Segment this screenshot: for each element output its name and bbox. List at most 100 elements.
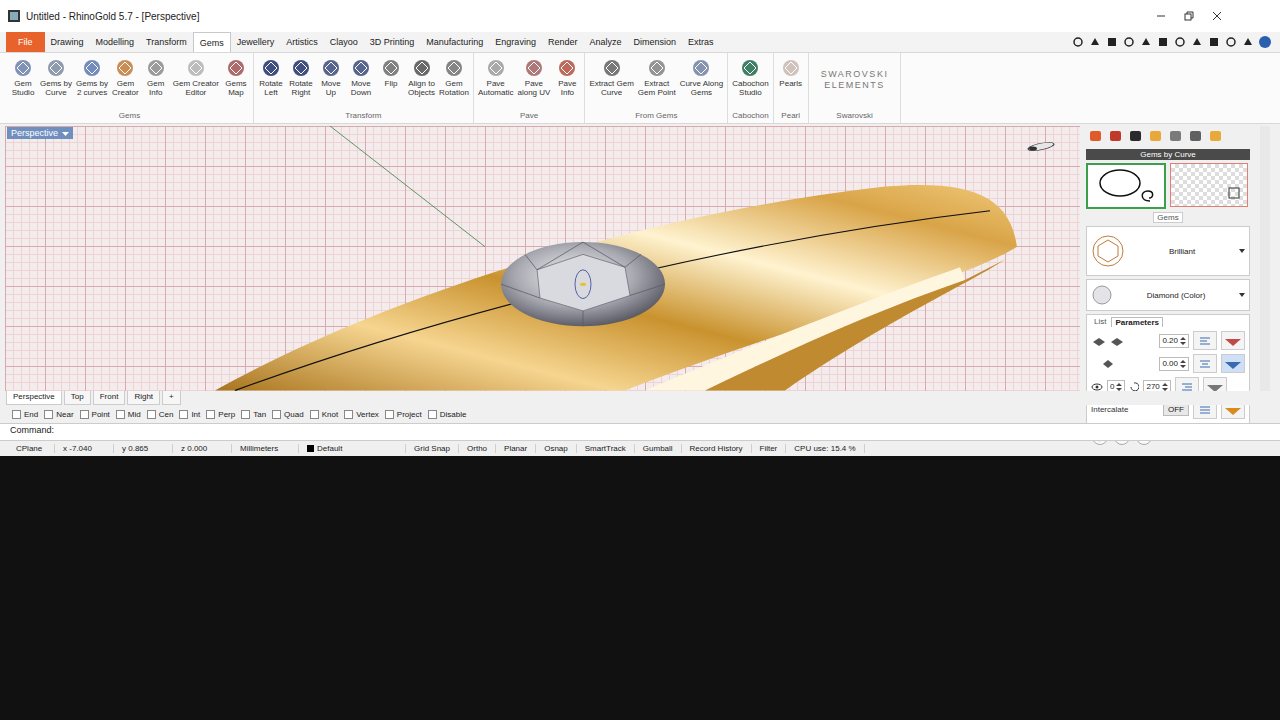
ribbon-tab[interactable]: Engraving: [489, 32, 542, 52]
checkbox[interactable]: [147, 410, 156, 419]
align-button[interactable]: [1193, 331, 1217, 350]
ribbon-tab[interactable]: Manufacturing: [420, 32, 489, 52]
status-toggle[interactable]: Osnap: [536, 444, 577, 453]
minimize-icon[interactable]: [1154, 9, 1168, 23]
height-field[interactable]: 0.20: [1159, 334, 1189, 348]
quick-tool-icon[interactable]: [1173, 35, 1187, 49]
panel-tab-icon[interactable]: [1128, 129, 1144, 143]
status-toggle[interactable]: Grid Snap: [406, 444, 459, 453]
restore-icon[interactable]: [1182, 9, 1196, 23]
ribbon-tab[interactable]: Transform: [140, 32, 193, 52]
viewport-tab[interactable]: Right: [127, 391, 160, 405]
ribbon-button[interactable]: CabochonStudio: [730, 55, 770, 99]
panel-tab-icon[interactable]: [1208, 129, 1224, 143]
ribbon-button[interactable]: MoveDown: [346, 55, 376, 99]
checkbox[interactable]: [179, 410, 188, 419]
viewport-tab[interactable]: Top: [64, 391, 91, 405]
panel-scrollbar[interactable]: [1260, 126, 1270, 391]
ribbon-button[interactable]: RotateRight: [286, 55, 316, 99]
ribbon-button[interactable]: PaveInfo: [552, 55, 582, 99]
osnap-option[interactable]: Vertex: [344, 410, 379, 419]
ribbon-button[interactable]: Pearls: [776, 55, 806, 90]
checkbox[interactable]: [116, 410, 125, 419]
osnap-option[interactable]: Mid: [116, 410, 141, 419]
panel-tab-icon[interactable]: [1108, 129, 1124, 143]
checkbox[interactable]: [428, 410, 437, 419]
align-button[interactable]: [1193, 354, 1217, 373]
status-toggle[interactable]: Planar: [496, 444, 536, 453]
checkbox[interactable]: [206, 410, 215, 419]
ribbon-tab[interactable]: Jewellery: [231, 32, 281, 52]
ribbon-button[interactable]: GemCreator: [110, 55, 141, 99]
panel-tab-icon[interactable]: [1168, 129, 1184, 143]
ribbon-button[interactable]: GemInfo: [141, 55, 171, 99]
ribbon-button[interactable]: RotateLeft: [256, 55, 286, 99]
checkbox[interactable]: [385, 410, 394, 419]
gem-view-button[interactable]: [1221, 354, 1245, 373]
ribbon-button[interactable]: Pavealong UV: [515, 55, 552, 99]
ribbon-tab[interactable]: Clayoo: [324, 32, 364, 52]
checkbox[interactable]: [272, 410, 281, 419]
ring-model[interactable]: [5, 126, 1080, 391]
ribbon-button[interactable]: GemRotation: [437, 55, 471, 99]
osnap-option[interactable]: Perp: [206, 410, 235, 419]
ring-band[interactable]: [215, 185, 1017, 391]
ribbon-button[interactable]: Curve AlongGems: [678, 55, 726, 99]
ribbon-tab[interactable]: Modelling: [90, 32, 141, 52]
quick-tool-icon[interactable]: [1088, 35, 1102, 49]
checkbox[interactable]: [44, 410, 53, 419]
ribbon-button[interactable]: Gems byCurve: [38, 55, 74, 99]
perspective-viewport[interactable]: Perspective: [5, 126, 1080, 391]
ribbon-tab[interactable]: Artistics: [280, 32, 324, 52]
checkbox[interactable]: [241, 410, 250, 419]
gem-material-dropdown[interactable]: Diamond (Color): [1086, 279, 1250, 311]
quick-tool-icon[interactable]: [1071, 35, 1085, 49]
panel-tab-icon[interactable]: [1088, 129, 1104, 143]
ribbon-tab[interactable]: Extras: [682, 32, 720, 52]
quick-tool-icon[interactable]: [1105, 35, 1119, 49]
ribbon-button[interactable]: ExtractGem Point: [636, 55, 678, 99]
status-toggle[interactable]: Record History: [682, 444, 752, 453]
ribbon-button[interactable]: GemsMap: [221, 55, 251, 99]
quick-tool-icon[interactable]: [1139, 35, 1153, 49]
ribbon-tab[interactable]: Analyze: [583, 32, 627, 52]
quick-tool-icon[interactable]: [1156, 35, 1170, 49]
gem-curve[interactable]: [235, 211, 990, 391]
ribbon-button[interactable]: GemStudio: [8, 55, 38, 99]
brilliant-gem[interactable]: [501, 242, 665, 326]
close-icon[interactable]: [1210, 9, 1224, 23]
viewport-tab[interactable]: Perspective: [6, 391, 62, 405]
ribbon-button[interactable]: Gems by2 curves: [74, 55, 110, 99]
ribbon-button[interactable]: PaveAutomatic: [476, 55, 516, 99]
status-toggle[interactable]: SmartTrack: [577, 444, 635, 453]
panel-tab[interactable]: List: [1091, 317, 1109, 327]
osnap-option[interactable]: Project: [385, 410, 422, 419]
osnap-option[interactable]: Near: [44, 410, 73, 419]
gem-cut-dropdown[interactable]: Brilliant: [1086, 226, 1250, 276]
help-icon[interactable]: [1258, 35, 1272, 49]
surface-thumbnail[interactable]: [1170, 163, 1248, 207]
spinner-icon[interactable]: [1180, 359, 1186, 369]
ribbon-button[interactable]: Extract GemCurve: [587, 55, 635, 99]
osnap-option[interactable]: Int: [179, 410, 200, 419]
status-toggle[interactable]: Filter: [752, 444, 787, 453]
checkbox[interactable]: [80, 410, 89, 419]
osnap-option[interactable]: Tan: [241, 410, 266, 419]
panel-tab[interactable]: Parameters: [1111, 317, 1163, 327]
viewport-tab[interactable]: Front: [93, 391, 126, 405]
status-toggle[interactable]: Gumball: [635, 444, 682, 453]
ribbon-tab[interactable]: 3D Printing: [364, 32, 421, 52]
panel-tab-icon[interactable]: [1188, 129, 1204, 143]
quick-tool-icon[interactable]: [1224, 35, 1238, 49]
osnap-option[interactable]: Disable: [428, 410, 467, 419]
checkbox[interactable]: [12, 410, 21, 419]
curve-thumbnail[interactable]: [1086, 163, 1166, 209]
osnap-option[interactable]: Point: [80, 410, 110, 419]
ribbon-button[interactable]: Flip: [376, 55, 406, 90]
ribbon-tab[interactable]: Render: [542, 32, 584, 52]
intercalate-toggle[interactable]: OFF: [1163, 403, 1189, 416]
swarovski-logo[interactable]: SWAROVSKIELEMENTS: [811, 55, 899, 91]
ribbon-tab[interactable]: Gems: [193, 32, 231, 52]
checkbox[interactable]: [344, 410, 353, 419]
osnap-option[interactable]: Knot: [310, 410, 338, 419]
